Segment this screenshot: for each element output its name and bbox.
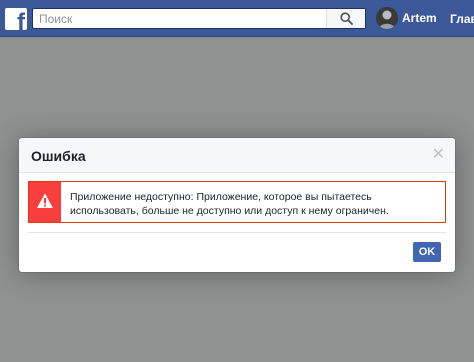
error-dialog: Ошибка ✕ Приложение недоступно: Приложен… bbox=[19, 138, 455, 272]
facebook-logo-letter: f bbox=[17, 9, 25, 31]
warning-triangle-icon bbox=[37, 193, 53, 208]
dialog-divider bbox=[28, 232, 446, 233]
profile-name[interactable]: Artem bbox=[402, 11, 437, 25]
search-button[interactable] bbox=[326, 9, 365, 28]
avatar[interactable] bbox=[376, 7, 398, 29]
close-icon[interactable]: ✕ bbox=[432, 146, 445, 164]
error-message-box: Приложение недоступно: Приложение, котор… bbox=[28, 181, 446, 223]
error-message-text: Приложение недоступно: Приложение, котор… bbox=[70, 191, 389, 217]
profile-link[interactable]: Artem bbox=[376, 6, 437, 30]
dialog-header: Ошибка ✕ bbox=[19, 138, 455, 173]
dialog-title: Ошибка bbox=[31, 148, 86, 164]
search-icon bbox=[339, 12, 353, 25]
error-accent-bar bbox=[29, 182, 61, 222]
top-navigation-bar: f Artem Глав bbox=[0, 0, 474, 37]
search-input[interactable] bbox=[33, 9, 333, 28]
facebook-logo-icon[interactable]: f bbox=[5, 8, 27, 30]
ok-button[interactable]: OK bbox=[413, 242, 441, 262]
home-link[interactable]: Глав bbox=[450, 12, 474, 26]
search-box bbox=[32, 8, 366, 29]
avatar-image bbox=[376, 7, 398, 29]
